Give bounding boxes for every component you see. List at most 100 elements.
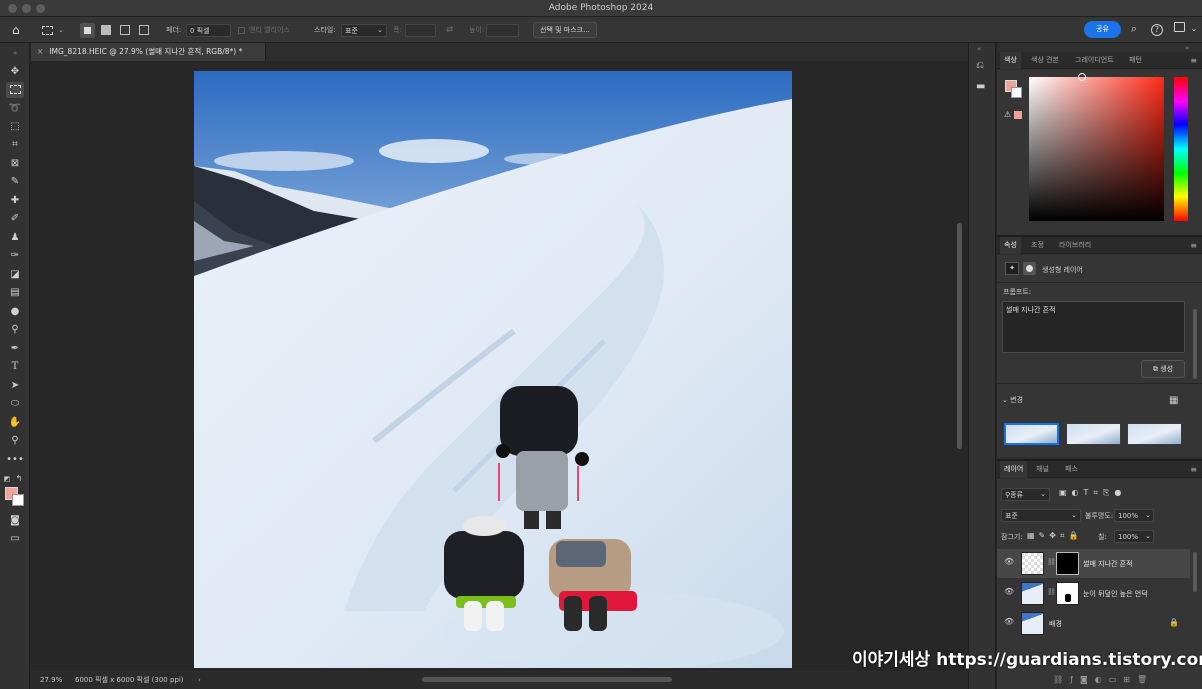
layers-scrollbar[interactable] xyxy=(1193,552,1197,592)
intersect-selection-icon[interactable] xyxy=(139,17,149,43)
more-tools-icon[interactable]: ••• xyxy=(6,452,24,468)
workspace-chevron-icon[interactable]: ⌄ xyxy=(1187,22,1201,36)
link-icon[interactable]: ⛓ xyxy=(1047,558,1056,566)
properties-panel-menu-icon[interactable]: ≡ xyxy=(1190,241,1197,250)
path-selection-tool-icon[interactable]: ➤ xyxy=(6,378,24,394)
hue-slider[interactable] xyxy=(1174,77,1188,221)
healing-brush-tool-icon[interactable]: ✚ xyxy=(6,193,24,209)
clone-stamp-tool-icon[interactable]: ♟ xyxy=(6,230,24,246)
background-color-swatch[interactable] xyxy=(12,494,24,506)
style-select[interactable]: 표준 ⌄ xyxy=(341,23,387,37)
frame-tool-icon[interactable]: ⊠ xyxy=(6,156,24,172)
swap-colors-icon[interactable]: ↰ xyxy=(14,471,24,487)
hand-tool-icon[interactable]: ✋ xyxy=(6,415,24,431)
variation-thumbnail-1[interactable] xyxy=(1004,423,1059,445)
shape-tool-icon[interactable]: ⬭ xyxy=(6,396,24,412)
tab-libraries[interactable]: 라이브러리 xyxy=(1055,237,1095,254)
collapse-tools-icon[interactable]: » xyxy=(6,45,24,61)
add-selection-icon[interactable] xyxy=(101,17,111,43)
link-icon[interactable]: ⛓ xyxy=(1047,588,1056,596)
tab-swatches[interactable]: 색상 견본 xyxy=(1027,52,1063,69)
status-chevron-icon[interactable]: › xyxy=(198,671,201,689)
layer-mask-thumbnail[interactable] xyxy=(1056,552,1079,575)
tab-properties[interactable]: 속성 xyxy=(1000,237,1021,254)
history-panel-icon[interactable]: ⎌ xyxy=(976,60,984,71)
variations-section[interactable]: ⌄ 변경 xyxy=(1002,395,1023,405)
comments-panel-icon[interactable]: ▬ xyxy=(976,81,985,92)
horizontal-scrollbar[interactable] xyxy=(422,677,672,682)
variation-thumbnail-2[interactable] xyxy=(1066,423,1121,445)
layer-name[interactable]: 배경 xyxy=(1049,619,1062,629)
lock-icon[interactable]: 🔒 xyxy=(1169,618,1179,627)
tab-adjustments[interactable]: 조정 xyxy=(1027,237,1048,254)
mask-icon[interactable] xyxy=(1023,262,1036,275)
layer-row-hill[interactable]: 👁 ⛓ 눈이 뒤덮인 높은 언덕 xyxy=(997,579,1190,608)
layer-row-background[interactable]: 👁 배경 🔒 xyxy=(997,609,1190,638)
collapse-panels-icon[interactable]: » xyxy=(1185,44,1189,52)
subtract-selection-icon[interactable] xyxy=(120,17,130,43)
fill-input[interactable]: 100% ⌄ xyxy=(1114,530,1154,543)
help-icon[interactable]: ? xyxy=(1150,22,1164,36)
eye-icon[interactable]: 👁 xyxy=(1004,617,1014,626)
eye-icon[interactable]: 👁 xyxy=(1004,587,1014,596)
close-tab-icon[interactable]: × xyxy=(37,47,43,56)
layer-name[interactable]: 썰매 지나간 흔적 xyxy=(1083,559,1133,569)
gradient-tool-icon[interactable]: ▤ xyxy=(6,285,24,301)
pen-tool-icon[interactable]: ✒ xyxy=(6,341,24,357)
lock-icons[interactable]: ▦✎✥⌗🔒 xyxy=(1027,531,1082,541)
quick-mask-icon[interactable]: ◙ xyxy=(6,513,24,529)
opacity-input[interactable]: 100% ⌄ xyxy=(1114,509,1154,522)
object-selection-tool-icon[interactable]: ⬚ xyxy=(6,119,24,135)
search-icon[interactable]: ⌕ xyxy=(1127,22,1141,36)
tab-color[interactable]: 색상 xyxy=(1000,52,1021,69)
lasso-tool-icon[interactable]: ➰ xyxy=(6,101,24,117)
select-and-mask-button[interactable]: 선택 및 마스크... xyxy=(533,22,597,38)
marquee-preset-icon[interactable]: ⌄ xyxy=(42,17,64,43)
feather-input[interactable]: 0 픽셀 xyxy=(186,23,231,37)
eyedropper-tool-icon[interactable]: ✎ xyxy=(6,174,24,190)
marquee-tool-icon[interactable] xyxy=(6,82,24,98)
color-field[interactable] xyxy=(1029,77,1164,221)
workspace-icon[interactable] xyxy=(1172,22,1186,36)
tab-layers[interactable]: 레이어 xyxy=(1000,461,1028,478)
layers-footer-icons[interactable]: ⛓ƒ◙◐▭⊞🗑 xyxy=(1053,675,1154,684)
eye-icon[interactable]: 👁 xyxy=(1004,557,1014,566)
properties-scrollbar[interactable] xyxy=(1193,309,1197,379)
dodge-tool-icon[interactable]: ⚲ xyxy=(6,322,24,338)
default-colors-icon[interactable]: ◩ xyxy=(2,471,12,487)
height-input[interactable] xyxy=(486,23,519,37)
vertical-scrollbar[interactable] xyxy=(957,223,962,449)
history-brush-tool-icon[interactable]: ✑ xyxy=(6,248,24,264)
home-icon[interactable]: ⌂ xyxy=(12,17,20,43)
tab-gradients[interactable]: 그레이디언트 xyxy=(1071,52,1118,69)
layer-row-generative[interactable]: 👁 ⛓ 썰매 지나간 흔적 xyxy=(997,549,1190,578)
layer-filter-select[interactable]: ⚲종류 ⌄ xyxy=(1001,488,1050,501)
tab-channels[interactable]: 채널 xyxy=(1032,461,1053,478)
tab-paths[interactable]: 패스 xyxy=(1061,461,1082,478)
expand-panels-icon[interactable]: « xyxy=(977,45,981,53)
screen-mode-icon[interactable]: ▭ xyxy=(6,531,24,547)
eraser-tool-icon[interactable]: ◪ xyxy=(6,267,24,283)
blend-mode-select[interactable]: 표준 ⌄ xyxy=(1001,509,1081,522)
color-panel-menu-icon[interactable]: ≡ xyxy=(1190,56,1197,65)
anti-alias-checkbox[interactable] xyxy=(238,26,245,34)
color-panel-background-swatch[interactable] xyxy=(1011,87,1022,98)
document-tab[interactable]: × IMG_8218.HEIC @ 27.9% (썰매 지나간 흔적, RGB/8… xyxy=(31,43,266,61)
image-canvas[interactable] xyxy=(194,71,792,668)
blur-tool-icon[interactable]: ● xyxy=(6,304,24,320)
grid-view-icon[interactable]: ▦ xyxy=(1169,395,1178,406)
layer-name[interactable]: 눈이 뒤덮인 높은 언덕 xyxy=(1083,589,1148,599)
layer-mask-thumbnail[interactable] xyxy=(1056,582,1079,605)
prompt-input[interactable]: 썰매 지나간 흔적 xyxy=(1002,301,1185,353)
variation-thumbnail-3[interactable] xyxy=(1127,423,1182,445)
type-tool-icon[interactable]: T xyxy=(6,359,24,375)
zoom-tool-icon[interactable]: ⚲ xyxy=(6,433,24,449)
color-field-marker[interactable] xyxy=(1078,73,1086,81)
tab-patterns[interactable]: 패턴 xyxy=(1125,52,1146,69)
gamut-color-chip[interactable] xyxy=(1014,111,1022,119)
layers-panel-menu-icon[interactable]: ≡ xyxy=(1190,465,1197,474)
zoom-level[interactable]: 27.9% xyxy=(40,671,62,689)
crop-tool-icon[interactable]: ⌗ xyxy=(6,137,24,153)
width-input[interactable] xyxy=(405,23,436,37)
move-tool-icon[interactable]: ✥ xyxy=(6,64,24,80)
